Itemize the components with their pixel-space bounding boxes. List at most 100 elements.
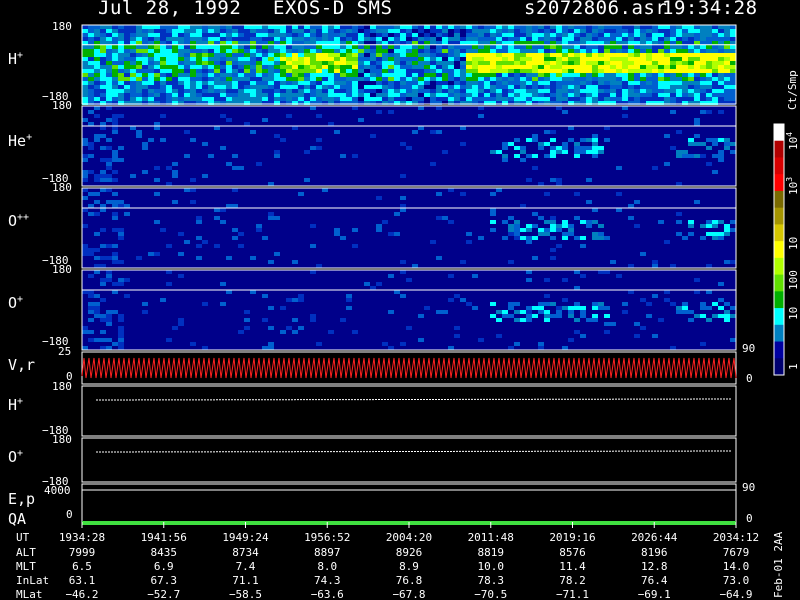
spectrogram-h-cell [568, 57, 574, 61]
spectrogram-h-cell [430, 41, 436, 45]
spectrogram-h-cell [340, 65, 346, 69]
spectrogram-h-cell [130, 61, 136, 65]
spectrogram-h-cell [136, 41, 142, 45]
spectrogram-h-cell [364, 33, 370, 37]
spectrogram-opp-cell [490, 228, 496, 232]
spectrogram-h-cell [664, 89, 670, 93]
spectrogram-h-cell [322, 33, 328, 37]
spectrogram-h-cell [256, 41, 262, 45]
spectrogram-h-cell [478, 29, 484, 33]
spectrogram-h-cell [178, 45, 184, 49]
spectrogram-h-cell [634, 77, 640, 81]
spectrogram-h-cell [622, 45, 628, 49]
spectrogram-h-cell [622, 65, 628, 69]
spectrogram-h-cell [610, 81, 616, 85]
plot-canvas: 10410310100101UTALTMLTInLatMLat1934:2879… [16, 24, 800, 600]
spectrogram-h-cell [508, 73, 514, 77]
spectrogram-h-cell [292, 77, 298, 81]
spectrogram-h-cell [172, 89, 178, 93]
spectrogram-h-cell [520, 77, 526, 81]
spectrogram-h-cell [460, 53, 466, 57]
spectrogram-h-cell [556, 65, 562, 69]
spectrogram-h-cell [586, 77, 592, 81]
spectrogram-op-cell [118, 346, 124, 350]
spectrogram-h-cell [562, 97, 568, 101]
spectrogram-h-cell [682, 41, 688, 45]
spectrogram-he-cell [148, 138, 154, 142]
spectrogram-h-cell [724, 65, 730, 69]
spectrogram-h-cell [376, 61, 382, 65]
spectrogram-h-cell [94, 81, 100, 85]
spectrogram-op-cell [292, 318, 298, 322]
spectrogram-h-cell [310, 45, 316, 49]
spectrogram-h-cell [610, 49, 616, 53]
spectrogram-h-cell [574, 45, 580, 49]
spectrogram-opp-cell [310, 224, 316, 228]
tick-vr-right-bottom: 0 [746, 372, 753, 385]
spectrogram-opp-cell [184, 240, 190, 244]
spectrogram-h-cell [730, 93, 736, 97]
spectrogram-h-cell [484, 93, 490, 97]
spectrogram-h-cell [442, 85, 448, 89]
spectrogram-h-cell [706, 69, 712, 73]
spectrogram-h-cell [604, 69, 610, 73]
spectrogram-h-cell [628, 37, 634, 41]
spectrogram-h-cell [418, 69, 424, 73]
spectrogram-h-cell [352, 45, 358, 49]
spectrogram-h-cell [82, 101, 88, 105]
spectrogram-h-cell [256, 89, 262, 93]
spectrogram-h-cell [376, 25, 382, 29]
spectrogram-opp-cell [676, 220, 682, 224]
spectrogram-h-cell [394, 37, 400, 41]
spectrogram-h-cell [634, 85, 640, 89]
spectrogram-h-cell [502, 101, 508, 105]
spectrogram-he-cell [310, 106, 316, 110]
spectrogram-h-cell [544, 73, 550, 77]
spectrogram-h-cell [82, 73, 88, 77]
spectrogram-h-cell [94, 57, 100, 61]
spectrogram-h-cell [478, 81, 484, 85]
header-date: Jul 28, 1992 [98, 0, 242, 19]
spectrogram-h-cell [286, 37, 292, 41]
axis-value-alt: 7679 [723, 546, 750, 559]
spectrogram-h-cell [454, 81, 460, 85]
spectrogram-h-cell [166, 65, 172, 69]
spectrogram-h-cell [604, 73, 610, 77]
spectrogram-op-cell [526, 310, 532, 314]
spectrogram-h-cell [316, 65, 322, 69]
spectrogram-h-cell [730, 45, 736, 49]
spectrogram-h-cell [160, 81, 166, 85]
spectrogram-h-cell [100, 45, 106, 49]
spectrogram-h-cell [292, 85, 298, 89]
spectrogram-he-cell [550, 178, 556, 182]
spectrogram-opp-cell [436, 192, 442, 196]
spectrogram-h-cell [106, 37, 112, 41]
spectrogram-h-cell [82, 45, 88, 49]
spectrogram-h-cell [652, 77, 658, 81]
spectrogram-h-cell [184, 25, 190, 29]
spectrogram-h-cell [364, 73, 370, 77]
spectrogram-h-cell [406, 65, 412, 69]
spectrogram-h-cell [544, 77, 550, 81]
spectrogram-h-cell [400, 37, 406, 41]
spectrogram-h-cell [124, 101, 130, 105]
spectrogram-opp-cell [544, 192, 550, 196]
spectrogram-h-cell [334, 101, 340, 105]
spectrogram-h-cell [658, 93, 664, 97]
spectrogram-h-cell [238, 89, 244, 93]
spectrogram-opp-cell [100, 244, 106, 248]
spectrogram-op-cell [604, 322, 610, 326]
spectrogram-h-cell [598, 33, 604, 37]
spectrogram-h-cell [274, 61, 280, 65]
spectrogram-he-cell [478, 106, 484, 110]
spectrogram-h-cell [688, 69, 694, 73]
spectrogram-h-cell [166, 61, 172, 65]
spectrogram-h-cell [130, 77, 136, 81]
spectrogram-h-cell [136, 57, 142, 61]
spectrogram-op-cell [346, 294, 352, 298]
spectrogram-h-cell [346, 61, 352, 65]
spectrogram-h-cell [484, 81, 490, 85]
spectrogram-h-cell [298, 65, 304, 69]
spectrogram-h-cell [472, 73, 478, 77]
spectrogram-h-cell [538, 93, 544, 97]
